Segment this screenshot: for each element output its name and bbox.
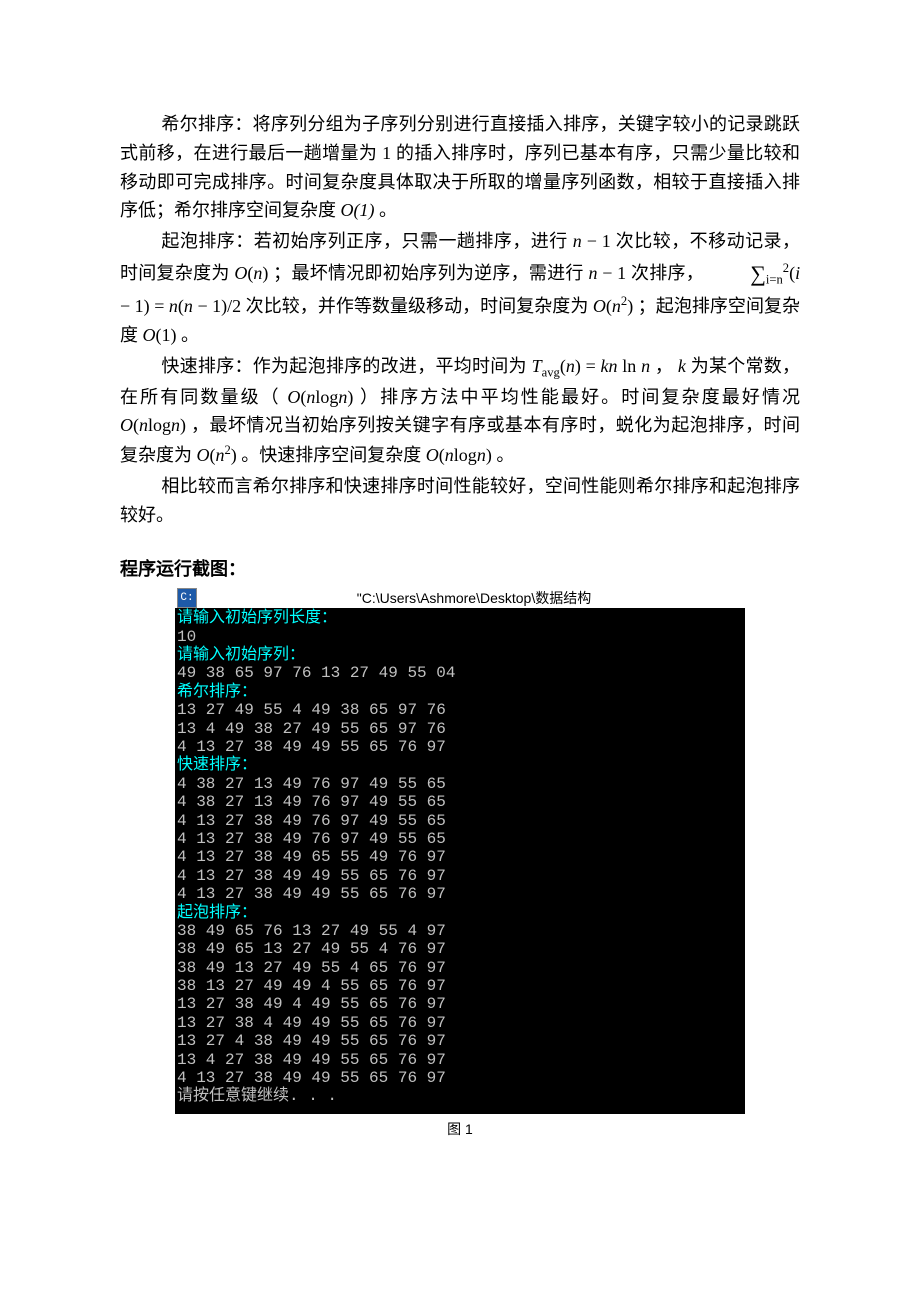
- console-line: 13 27 4 38 49 49 55 65 76 97: [177, 1032, 745, 1050]
- paragraph-quick-sort: 快速排序：作为起泡排序的改进，平均时间为 Tavg(n) = kn ln n ，…: [120, 352, 800, 470]
- console-line: 10: [177, 628, 745, 646]
- text: 快速排序：作为起泡排序的改进，平均时间为: [161, 356, 526, 376]
- console-line: 4 13 27 38 49 49 55 65 76 97: [177, 867, 745, 885]
- console-line: 38 49 13 27 49 55 4 65 76 97: [177, 959, 745, 977]
- console-line: 4 13 27 38 49 76 97 49 55 65: [177, 812, 745, 830]
- console-window: C: "C:\Users\Ashmore\Desktop\数据结构 请输入初始序…: [175, 588, 745, 1114]
- console-icon: C:: [177, 588, 197, 608]
- console-line: 4 13 27 38 49 49 55 65 76 97: [177, 738, 745, 756]
- console-titlebar: C: "C:\Users\Ashmore\Desktop\数据结构: [175, 588, 745, 608]
- console-line: 13 27 38 49 4 49 55 65 76 97: [177, 995, 745, 1013]
- text: 。: [379, 200, 397, 220]
- console-line: 13 4 49 38 27 49 55 65 97 76: [177, 720, 745, 738]
- console-line: 38 49 65 76 13 27 49 55 4 97: [177, 922, 745, 940]
- text: 次比较，并作等数量级移动，时间复杂度为: [246, 296, 589, 316]
- console-line: 请输入初始序列长度：: [177, 609, 745, 627]
- paragraph-shell-sort: 希尔排序：将序列分组为子序列分别进行直接插入排序，关键字较小的记录跳跃式前移，在…: [120, 110, 800, 225]
- text: 。快速排序空间复杂度: [241, 445, 421, 465]
- console-line: 快速排序：: [177, 756, 745, 774]
- console-line: 4 38 27 13 49 76 97 49 55 65: [177, 793, 745, 811]
- figure-caption: 图 1: [447, 1118, 473, 1140]
- paragraph-bubble-sort: 起泡排序：若初始序列正序，只需一趟排序，进行 n − 1 次比较，不移动记录，时…: [120, 227, 800, 350]
- text: ）排序方法中平均性能最好。时间复杂度最好情况: [360, 387, 800, 407]
- console-line: 13 4 27 38 49 49 55 65 76 97: [177, 1051, 745, 1069]
- console-figure: C: "C:\Users\Ashmore\Desktop\数据结构 请输入初始序…: [120, 588, 800, 1140]
- text: 起泡排序：若初始序列正序，只需一趟排序，进行: [161, 231, 567, 251]
- console-body: 请输入初始序列长度：10请输入初始序列：49 38 65 97 76 13 27…: [177, 609, 745, 1106]
- formula-onlogn: O(nlogn): [120, 415, 186, 435]
- console-line: 4 13 27 38 49 49 55 65 76 97: [177, 1069, 745, 1087]
- formula-on: O(n): [234, 263, 268, 283]
- formula-o1: O(1): [341, 200, 375, 220]
- console-line: 4 13 27 38 49 49 55 65 76 97: [177, 885, 745, 903]
- console-line: 13 27 38 4 49 49 55 65 76 97: [177, 1014, 745, 1032]
- console-line: 4 13 27 38 49 65 55 49 76 97: [177, 848, 745, 866]
- text: 次排序，: [631, 263, 704, 283]
- console-line: 起泡排序：: [177, 904, 745, 922]
- console-line: 4 38 27 13 49 76 97 49 55 65: [177, 775, 745, 793]
- formula-tavg: Tavg(n) = kn ln n: [532, 356, 650, 376]
- console-line: 希尔排序：: [177, 683, 745, 701]
- formula-onlogn: O(nlogn): [287, 387, 353, 407]
- formula-n-1: n − 1: [588, 263, 626, 283]
- formula-k: k: [678, 356, 686, 376]
- text: 。: [181, 325, 199, 345]
- text: ；最坏情况即初始序列为逆序，需进行: [273, 263, 584, 283]
- formula-onlogn: O(nlogn): [426, 445, 492, 465]
- paragraph-compare: 相比较而言希尔排序和快速排序时间性能较好，空间性能则希尔排序和起泡排序较好。: [120, 472, 800, 530]
- formula-on2: O(n2): [197, 445, 237, 465]
- formula-n-1: n − 1: [573, 231, 611, 251]
- text: ，: [655, 356, 673, 376]
- console-line: 49 38 65 97 76 13 27 49 55 04: [177, 664, 745, 682]
- formula-on2: O(n2): [593, 296, 633, 316]
- formula-o1: O(1): [143, 325, 177, 345]
- section-title-screenshot: 程序运行截图：: [120, 555, 800, 584]
- console-line: 请输入初始序列：: [177, 646, 745, 664]
- console-line: 13 27 49 55 4 49 38 65 97 76: [177, 701, 745, 719]
- text: 希尔排序：将序列分组为子序列分别进行直接插入排序，关键字较小的记录跳跃式前移，在…: [120, 114, 800, 220]
- console-line: 38 49 65 13 27 49 55 4 76 97: [177, 940, 745, 958]
- console-line: 4 13 27 38 49 76 97 49 55 65: [177, 830, 745, 848]
- console-title-text: "C:\Users\Ashmore\Desktop\数据结构: [203, 590, 745, 606]
- console-line: 请按任意键继续. . .: [177, 1087, 745, 1105]
- console-line: 38 13 27 49 49 4 55 65 76 97: [177, 977, 745, 995]
- text: 。: [496, 445, 514, 465]
